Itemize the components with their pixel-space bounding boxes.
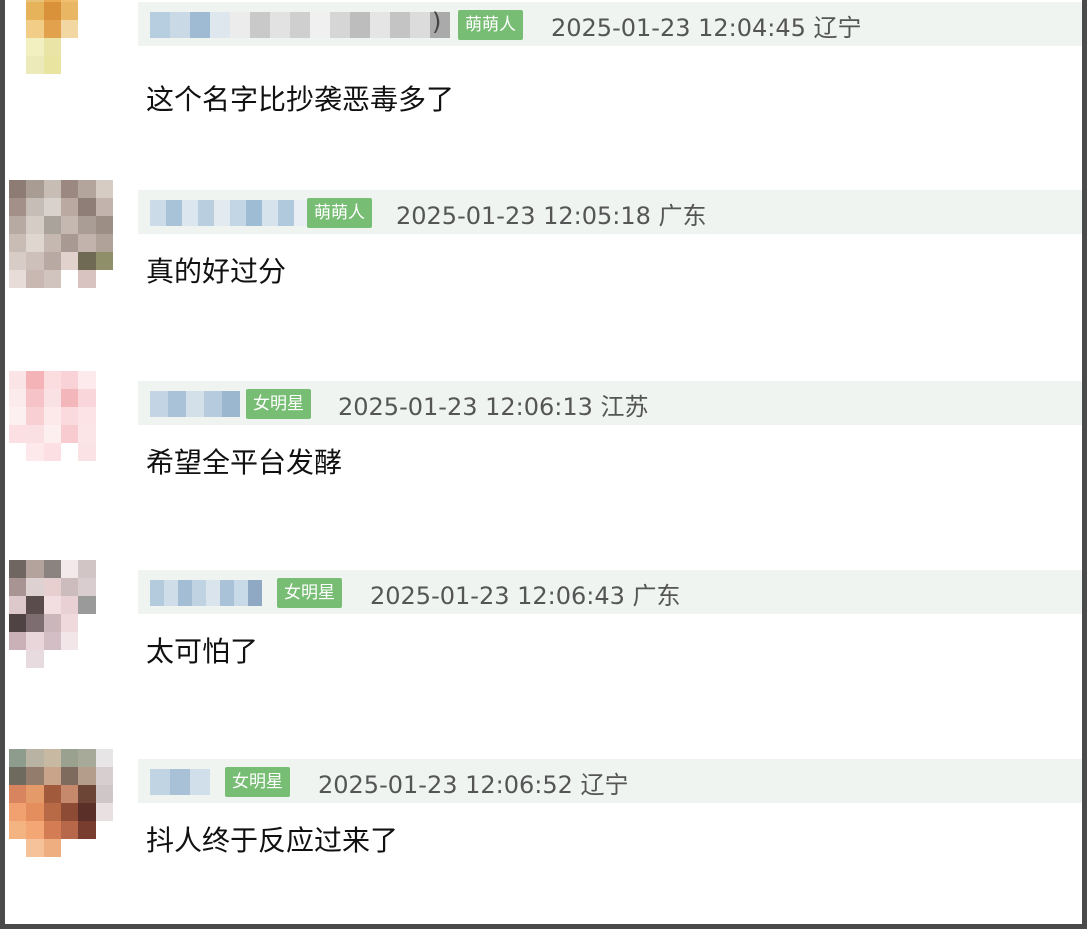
comment-meta: 2025-01-23 12:06:43 广东	[370, 576, 681, 611]
comment-text: 太可怕了	[146, 635, 259, 668]
comment-meta: 2025-01-23 12:04:45 辽宁	[551, 8, 862, 43]
comment-header: 女明星 2025-01-23 12:06:52 辽宁	[138, 759, 1082, 803]
timestamp: 2025-01-23 12:06:43	[370, 582, 625, 610]
timestamp: 2025-01-23 12:04:45	[551, 14, 806, 42]
comment-header: 女明星 2025-01-23 12:06:43 广东	[138, 570, 1082, 614]
location: 广东	[632, 582, 681, 610]
comment-text: 希望全平台发酵	[146, 446, 343, 479]
username-blurred[interactable]	[150, 391, 240, 417]
comment-header: ) 萌萌人 2025-01-23 12:04:45 辽宁	[138, 2, 1082, 46]
location: 辽宁	[813, 14, 862, 42]
username-blurred[interactable]	[150, 580, 262, 606]
avatar[interactable]	[9, 749, 113, 857]
location: 辽宁	[580, 771, 629, 799]
username-blurred[interactable]	[150, 200, 310, 226]
avatar[interactable]	[9, 560, 113, 668]
avatar[interactable]	[9, 180, 113, 288]
user-badge: 萌萌人	[307, 198, 372, 228]
comment-meta: 2025-01-23 12:06:52 辽宁	[318, 765, 629, 800]
comment-item: 女明星 2025-01-23 12:06:52 辽宁抖人终于反应过来了	[5, 741, 1082, 924]
comment-text: 真的好过分	[146, 255, 287, 288]
user-badge: 女明星	[246, 389, 311, 419]
comment-meta: 2025-01-23 12:06:13 江苏	[338, 387, 649, 422]
comment-text: 这个名字比抄袭恶毒多了	[146, 83, 455, 116]
comment-item: ) 萌萌人 2025-01-23 12:04:45 辽宁这个名字比抄袭恶毒多了	[5, 0, 1082, 169]
comment-header: 萌萌人 2025-01-23 12:05:18 广东	[138, 190, 1082, 234]
user-badge: 女明星	[277, 578, 342, 608]
username-blurred[interactable]	[150, 769, 210, 795]
comment-header: 女明星 2025-01-23 12:06:13 江苏	[138, 381, 1082, 425]
user-badge: 女明星	[225, 767, 290, 797]
timestamp: 2025-01-23 12:06:52	[318, 771, 573, 799]
user-badge: 萌萌人	[458, 10, 523, 40]
avatar[interactable]	[9, 0, 113, 92]
username-suffix: )	[432, 8, 442, 36]
timestamp: 2025-01-23 12:05:18	[396, 202, 651, 230]
timestamp: 2025-01-23 12:06:13	[338, 393, 593, 421]
comment-list: ) 萌萌人 2025-01-23 12:04:45 辽宁 这个名字比抄袭恶毒多了 萌萌人…	[0, 0, 1087, 929]
comment-item: 萌萌人 2025-01-23 12:05:18 广东真的好过分	[5, 172, 1082, 357]
location: 广东	[658, 202, 707, 230]
comment-item: 女明星 2025-01-23 12:06:43 广东太可怕了	[5, 552, 1082, 737]
username-blurred[interactable]	[150, 12, 450, 38]
comment-text: 抖人终于反应过来了	[146, 824, 399, 857]
comment-meta: 2025-01-23 12:05:18 广东	[396, 196, 707, 231]
avatar[interactable]	[9, 371, 113, 479]
location: 江苏	[600, 393, 649, 421]
comment-item: 女明星 2025-01-23 12:06:13 江苏希望全平台发酵	[5, 363, 1082, 548]
